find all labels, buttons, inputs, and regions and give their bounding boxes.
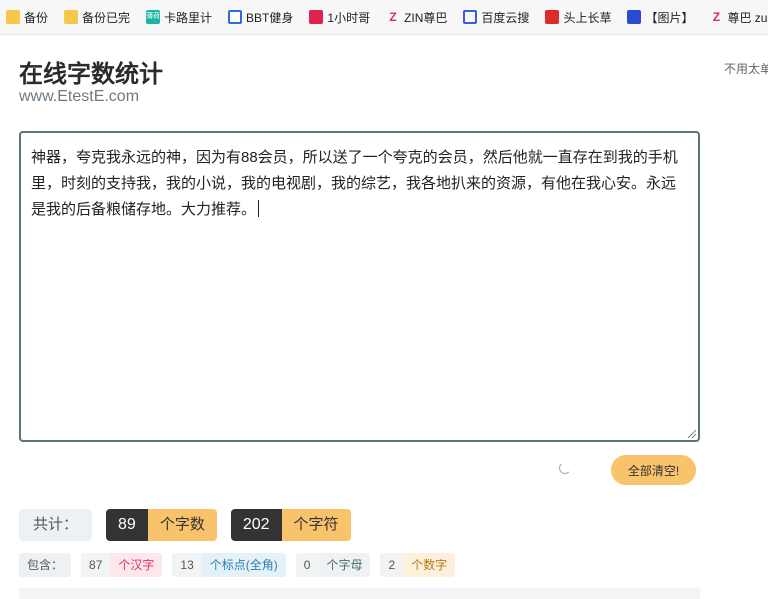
bookmark-label: ZIN尊巴: [404, 10, 448, 25]
resize-handle-icon[interactable]: [688, 430, 696, 438]
digit-count-chip: 2 个数字: [380, 553, 456, 577]
bookmark-zumba[interactable]: Z 尊巴 zu: [709, 9, 768, 26]
bookmarks-bar: 备份 备份已完 薄荷 卡路里计 BBT健身 1小时哥 Z ZIN尊巴 百度云搜 …: [0, 0, 768, 35]
clear-all-button[interactable]: 全部清空!: [611, 455, 696, 485]
site-url[interactable]: www.EtestE.com: [19, 88, 139, 106]
punct-count-chip: 13 个标点(全角): [172, 553, 286, 577]
char-count-value: 89: [106, 509, 148, 541]
bookmark-label: 百度云搜: [481, 10, 530, 25]
kaluli-icon: 薄荷: [146, 10, 161, 24]
page-title: 在线字数统计: [19, 61, 163, 88]
bookmark-label: 尊巴 zu: [727, 10, 768, 25]
digit-count-value: 2: [380, 553, 404, 577]
punct-count-unit: 个标点(全角): [201, 553, 286, 577]
symbol-count-value: 202: [230, 509, 282, 541]
bookmark-label: 备份已完: [82, 10, 131, 25]
letter-count-chip: 0 个字母: [295, 553, 371, 577]
bookmark-label: 头上长草: [563, 10, 612, 25]
char-count-unit: 个字数: [147, 509, 217, 541]
letter-count-value: 0: [295, 553, 319, 577]
bookmark-zin[interactable]: Z ZIN尊巴: [386, 9, 447, 26]
input-text: 神器，夸克我永远的神，因为有88会员，所以送了一个夸克的会员，然后他就一直存在到…: [31, 149, 678, 218]
bookmark-label: 卡路里计: [164, 10, 213, 25]
text-caret: [258, 200, 260, 217]
breakdown-row: 包含： 87 个汉字 13 个标点(全角) 0 个字母 2 个数字: [19, 553, 456, 577]
totals-row: 共计： 89 个字数 202 个字符: [19, 509, 351, 541]
breakdown-label: 包含：: [19, 553, 72, 577]
symbol-count-badge: 202 个字符: [230, 509, 351, 541]
bookmark-picture[interactable]: 【图片】: [627, 9, 693, 26]
bottom-panel: [19, 588, 700, 599]
bookmark-backup-done[interactable]: 备份已完: [64, 9, 130, 26]
totals-label: 共计：: [19, 509, 93, 541]
bookmark-calorie[interactable]: 薄荷 卡路里计: [146, 9, 212, 26]
bookmark-backup[interactable]: 备份: [6, 9, 48, 26]
letter-count-unit: 个字母: [318, 553, 371, 577]
red-circle-icon: [309, 10, 324, 24]
han-count-value: 87: [81, 553, 111, 577]
bookmark-toutiao[interactable]: 头上长草: [545, 9, 611, 26]
baidu-cloud-icon: [463, 10, 478, 24]
bookmark-bbt[interactable]: BBT健身: [228, 9, 293, 26]
han-count-chip: 87 个汉字: [81, 553, 163, 577]
bookmark-label: 【图片】: [645, 10, 694, 25]
loading-spinner-icon: [559, 462, 571, 474]
digit-count-unit: 个数字: [403, 553, 456, 577]
bookmark-baidu[interactable]: 百度云搜: [463, 9, 529, 26]
bookmark-label: 备份: [24, 10, 49, 25]
bookmark-label: 1小时哥: [327, 10, 371, 25]
char-count-badge: 89 个字数: [106, 509, 217, 541]
text-input-area[interactable]: 神器，夸克我永远的神，因为有88会员，所以送了一个夸克的会员，然后他就一直存在到…: [19, 131, 700, 442]
bookmark-one-hour[interactable]: 1小时哥: [309, 9, 370, 26]
zin-icon: Z: [712, 10, 721, 24]
han-count-unit: 个汉字: [110, 553, 163, 577]
zin-icon: Z: [389, 10, 397, 24]
bookmark-label: BBT健身: [246, 10, 294, 25]
folder-icon: [64, 10, 79, 24]
symbol-count-unit: 个字符: [281, 509, 351, 541]
side-note: 不用太单: [724, 62, 768, 76]
punct-count-value: 13: [172, 553, 202, 577]
toutiao-icon: [545, 10, 560, 24]
paw-icon: [627, 10, 642, 24]
folder-icon: [6, 10, 20, 24]
bbt-icon: [228, 10, 243, 24]
